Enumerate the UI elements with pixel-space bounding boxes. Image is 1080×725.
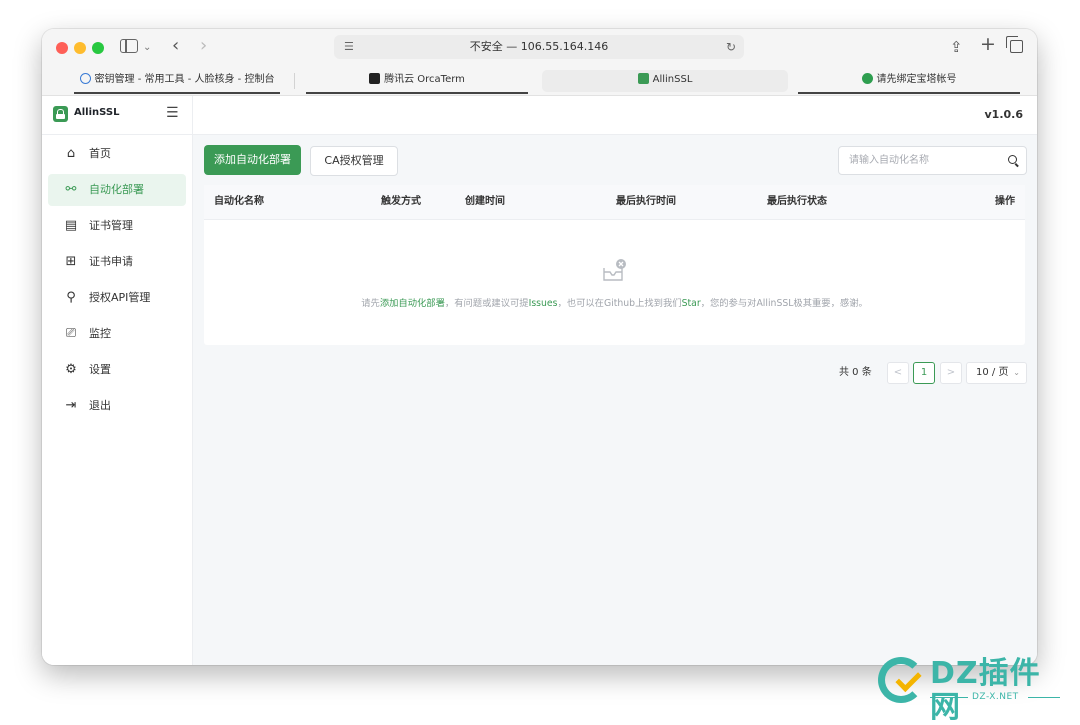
chevron-down-icon[interactable]: ⌄ bbox=[143, 39, 151, 57]
sidebar-item-workflow[interactable]: ⚯ 自动化部署 bbox=[48, 174, 186, 206]
page-size-label: 10 / 页 bbox=[976, 367, 1009, 378]
version-label: v1.0.6 bbox=[984, 108, 1024, 121]
collapse-menu-icon[interactable]: ☰ bbox=[166, 105, 179, 121]
watermark-divider bbox=[930, 697, 968, 698]
sidebar-item-label: 首页 bbox=[89, 147, 111, 160]
cloud-icon bbox=[79, 73, 91, 84]
sidebar-item-label: 监控 bbox=[89, 327, 111, 340]
page-settings-icon[interactable]: ☰ bbox=[344, 35, 354, 59]
empty-text-part: ，您的参与对AllinSSL极其重要，感谢。 bbox=[700, 298, 868, 309]
next-page-button[interactable]: > bbox=[940, 362, 962, 384]
share-icon[interactable]: ⇪ bbox=[950, 38, 963, 56]
empty-text-part: 请先 bbox=[361, 298, 380, 309]
home-icon: ⌂ bbox=[66, 146, 76, 161]
sidebar-item-label: 设置 bbox=[89, 363, 111, 376]
column-header[interactable]: 创建时间 bbox=[465, 196, 505, 208]
column-header[interactable]: 最后执行状态 bbox=[767, 196, 827, 208]
sidebar-item-label: 授权API管理 bbox=[89, 291, 151, 304]
tab-label: 密钥管理 - 常用工具 - 人脸核身 - 控制台 bbox=[94, 74, 275, 85]
reload-icon[interactable]: ↻ bbox=[726, 35, 736, 59]
app-header: v1.0.6 bbox=[193, 96, 1037, 135]
address-bar[interactable]: ☰ 不安全 — 106.55.164.146 ↻ bbox=[334, 35, 744, 59]
watermark-divider bbox=[1028, 697, 1060, 698]
sidebar-item-certificates[interactable]: ▤ 证书管理 bbox=[48, 210, 186, 242]
add-workflow-link[interactable]: 添加自动化部署 bbox=[380, 298, 445, 309]
sidebar-item-logout[interactable]: ⇥ 退出 bbox=[48, 390, 186, 422]
column-header: 操作 bbox=[995, 196, 1015, 207]
table-header: 自动化名称 触发方式 创建时间 最后执行时间 最后执行状态 操作 bbox=[204, 185, 1025, 220]
sidebar-item-label: 退出 bbox=[89, 399, 111, 412]
sidebar-header: AllinSSL ☰ bbox=[42, 96, 192, 135]
bt-panel-icon bbox=[861, 73, 873, 84]
total-count: 共 0 条 bbox=[839, 367, 872, 378]
prev-page-button[interactable]: < bbox=[887, 362, 909, 384]
tab-label: 腾讯云 OrcaTerm bbox=[384, 74, 465, 85]
back-icon[interactable]: ‹ bbox=[172, 37, 179, 55]
search-icon[interactable] bbox=[1008, 155, 1017, 164]
workflow-table: 自动化名称 触发方式 创建时间 最后执行时间 最后执行状态 操作 请先添加自动化… bbox=[204, 185, 1025, 345]
page-number-button[interactable]: 1 bbox=[913, 362, 935, 384]
sidebar-item-label: 自动化部署 bbox=[89, 183, 144, 196]
tab-label: 请先绑定宝塔帐号 bbox=[876, 74, 957, 85]
add-workflow-button[interactable]: 添加自动化部署 bbox=[204, 145, 301, 175]
tab-overview-icon[interactable] bbox=[1006, 36, 1023, 53]
new-tab-icon[interactable]: + bbox=[980, 35, 996, 54]
tab-tencent-console[interactable]: 密钥管理 - 常用工具 - 人脸核身 - 控制台 bbox=[74, 70, 280, 94]
search-input[interactable] bbox=[849, 147, 999, 174]
allinssl-logo-icon bbox=[637, 73, 649, 84]
column-header[interactable]: 自动化名称 bbox=[214, 196, 264, 208]
add-square-icon: ⊞ bbox=[65, 254, 77, 269]
sidebar-item-monitor[interactable]: ⎚ 监控 bbox=[48, 318, 186, 350]
terminal-icon bbox=[369, 73, 381, 84]
issues-link[interactable]: Issues bbox=[529, 298, 558, 309]
sidebar-item-label: 证书申请 bbox=[89, 255, 133, 268]
minimize-window-button[interactable] bbox=[74, 42, 86, 54]
sidebar-toggle-icon[interactable] bbox=[120, 39, 138, 53]
address-text: 不安全 — 106.55.164.146 bbox=[469, 40, 609, 53]
certificate-icon: ▤ bbox=[64, 218, 78, 233]
api-link-icon: ⚲ bbox=[66, 290, 76, 305]
browser-toolbar: ⌄ ‹ › ☰ 不安全 — 106.55.164.146 ↻ ⇪ + 密钥管理 … bbox=[42, 29, 1037, 96]
watermark: DZ插件网 DZ-X.NET bbox=[878, 655, 1068, 725]
tab-bt-panel[interactable]: 请先绑定宝塔帐号 bbox=[798, 70, 1020, 94]
close-window-button[interactable] bbox=[56, 42, 68, 54]
empty-text-part: ，有问题或建议可提 bbox=[444, 298, 529, 309]
sidebar-item-label: 证书管理 bbox=[89, 219, 133, 232]
chevron-down-icon: ⌄ bbox=[1013, 368, 1020, 377]
ca-manage-button[interactable]: CA授权管理 bbox=[310, 146, 398, 176]
watermark-subtitle: DZ-X.NET bbox=[972, 692, 1019, 702]
tab-allinssl[interactable]: AllinSSL bbox=[542, 70, 788, 92]
watermark-title: DZ插件网 bbox=[930, 656, 1041, 725]
allinssl-logo-icon bbox=[53, 106, 68, 122]
empty-text-part: ，也可以在Github上找到我们 bbox=[557, 298, 682, 309]
browser-window: ⌄ ‹ › ☰ 不安全 — 106.55.164.146 ↻ ⇪ + 密钥管理 … bbox=[42, 29, 1037, 665]
gear-icon: ⚙ bbox=[65, 362, 77, 377]
app-name: AllinSSL bbox=[74, 107, 120, 118]
sidebar-item-settings[interactable]: ⚙ 设置 bbox=[48, 354, 186, 386]
forward-icon[interactable]: › bbox=[200, 37, 207, 55]
empty-message: 请先添加自动化部署，有问题或建议可提Issues，也可以在Github上找到我们… bbox=[204, 295, 1025, 309]
tab-divider bbox=[294, 73, 295, 89]
sidebar-item-api[interactable]: ⚲ 授权API管理 bbox=[48, 282, 186, 314]
search-box bbox=[838, 146, 1027, 175]
column-header[interactable]: 最后执行时间 bbox=[616, 196, 676, 208]
page-size-select[interactable]: 10 / 页 ⌄ bbox=[966, 362, 1027, 384]
sidebar-item-home[interactable]: ⌂ 首页 bbox=[48, 138, 186, 170]
monitor-icon: ⎚ bbox=[65, 326, 77, 341]
sidebar: AllinSSL ☰ ⌂ 首页 ⚯ 自动化部署 ▤ 证书管理 ⊞ 证书申请 ⚲ … bbox=[42, 96, 193, 665]
sidebar-item-apply[interactable]: ⊞ 证书申请 bbox=[48, 246, 186, 278]
app-root: AllinSSL ☰ ⌂ 首页 ⚯ 自动化部署 ▤ 证书管理 ⊞ 证书申请 ⚲ … bbox=[42, 96, 1037, 665]
workflow-icon: ⚯ bbox=[65, 182, 77, 197]
tab-label: AllinSSL bbox=[652, 74, 693, 85]
empty-inbox-icon bbox=[603, 259, 626, 281]
star-link[interactable]: Star bbox=[682, 298, 701, 309]
zoom-window-button[interactable] bbox=[92, 42, 104, 54]
logout-icon: ⇥ bbox=[65, 398, 77, 413]
column-header[interactable]: 触发方式 bbox=[381, 196, 421, 208]
tab-orcaterm[interactable]: 腾讯云 OrcaTerm bbox=[306, 70, 528, 94]
